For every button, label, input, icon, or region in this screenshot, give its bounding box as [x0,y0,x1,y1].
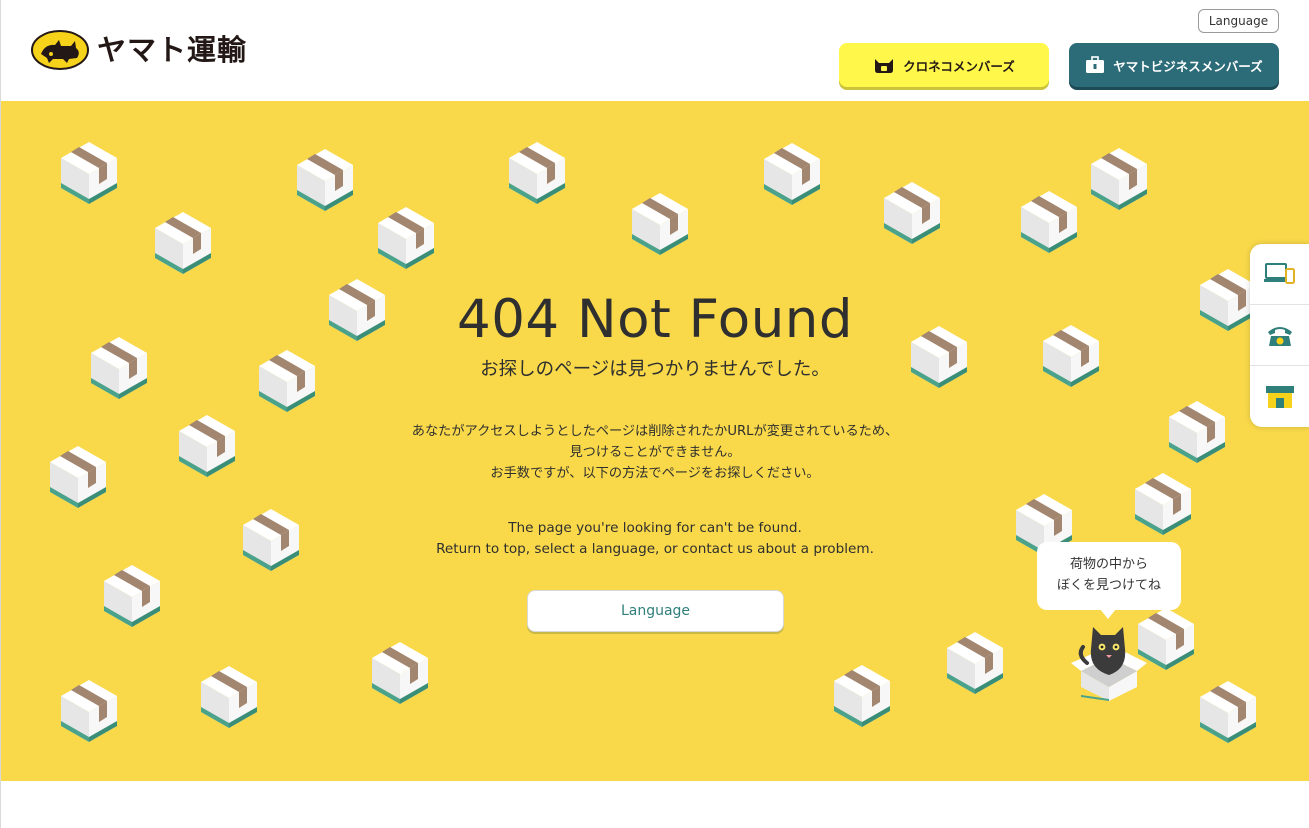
cat-in-box-icon[interactable] [1069,619,1149,701]
parcel-box-icon [50,446,106,508]
not-found-content: 404 Not Found お探しのページは見つかりませんでした。 あなたがアク… [301,289,1009,632]
parcel-box-icon [632,193,688,255]
side-floating-menu [1250,244,1309,427]
parcel-box-icon [201,666,257,728]
page-title: 404 Not Found [456,289,854,350]
parcel-box-icon [1091,148,1147,210]
parcel-box-icon [378,207,434,269]
parcel-box-icon [1043,325,1099,387]
parcel-box-icon [297,149,353,211]
side-menu-pc-mobile[interactable] [1250,244,1309,305]
parcel-box-icon [104,565,160,627]
site-header: ヤマト運輸 Language クロネコメンバーズ ヤマトビジネスメンバーズ [1,0,1309,101]
business-bag-icon [1086,56,1105,73]
not-found-hero: 404 Not Found お探しのページは見つかりませんでした。 あなたがアク… [1,101,1309,781]
description-english: The page you're looking for can't be fou… [301,518,1009,560]
parcel-box-icon [834,665,890,727]
business-members-button[interactable]: ヤマトビジネスメンバーズ [1069,43,1279,87]
page-footer [1,781,1309,828]
parcel-box-icon [1021,191,1077,253]
logo-text: ヤマト運輸 [97,32,248,67]
parcel-box-icon [509,142,565,204]
parcel-box-icon [61,142,117,204]
cat-speech-bubble: 荷物の中から ぼくを見つけてね [1037,542,1181,619]
page-subtitle: お探しのページは見つかりませんでした。 [480,359,830,381]
bubble-line: ぼくを見つけてね [1056,578,1161,593]
parcel-box-icon [243,509,299,571]
description-jp-line: あなたがアクセスしようとしたページは削除されたかURLが変更されているため、 [411,424,899,440]
parcel-box-icon [764,143,820,205]
description-en-line: Return to top, select a language, or con… [436,541,874,558]
parcel-box-icon [947,632,1003,694]
parcel-box-icon [1135,473,1191,535]
parcel-box-icon [372,642,428,704]
kuroneko-members-button[interactable]: クロネコメンバーズ [839,43,1049,87]
parcel-box-icon [1200,269,1256,331]
parcel-box-icon [1169,401,1225,463]
side-menu-store[interactable] [1250,366,1309,427]
parcel-box-icon [179,415,235,477]
store-icon [1266,385,1294,408]
parcel-box-icon [61,680,117,742]
parcel-box-icon [91,337,147,399]
yamato-logo-link[interactable]: ヤマト運輸 [31,30,247,70]
language-button[interactable]: Language [527,590,784,632]
bubble-line: 荷物の中から [1069,557,1148,572]
telephone-icon [1268,327,1292,346]
description-japanese: あなたがアクセスしようとしたページは削除されたかURLが変更されているため、 見… [301,421,1009,484]
cat-face-icon [875,59,894,73]
parcel-box-icon [884,182,940,244]
language-button-header[interactable]: Language [1198,9,1279,33]
computer-mobile-icon [1264,263,1295,284]
description-en-line: The page you're looking for can't be fou… [508,520,802,537]
side-menu-phone[interactable] [1250,305,1309,366]
page: ヤマト運輸 Language クロネコメンバーズ ヤマトビジネスメンバーズ 40… [0,0,1309,828]
description-jp-line: お手数ですが、以下の方法でページをお探しください。 [490,466,820,482]
business-members-label: ヤマトビジネスメンバーズ [1113,58,1263,74]
kuroneko-members-label: クロネコメンバーズ [903,58,1015,74]
description-jp-line: 見つけることができません。 [569,445,741,461]
kuroneko-logo-icon [31,30,89,70]
parcel-box-icon [155,212,211,274]
parcel-box-icon [1200,681,1256,743]
